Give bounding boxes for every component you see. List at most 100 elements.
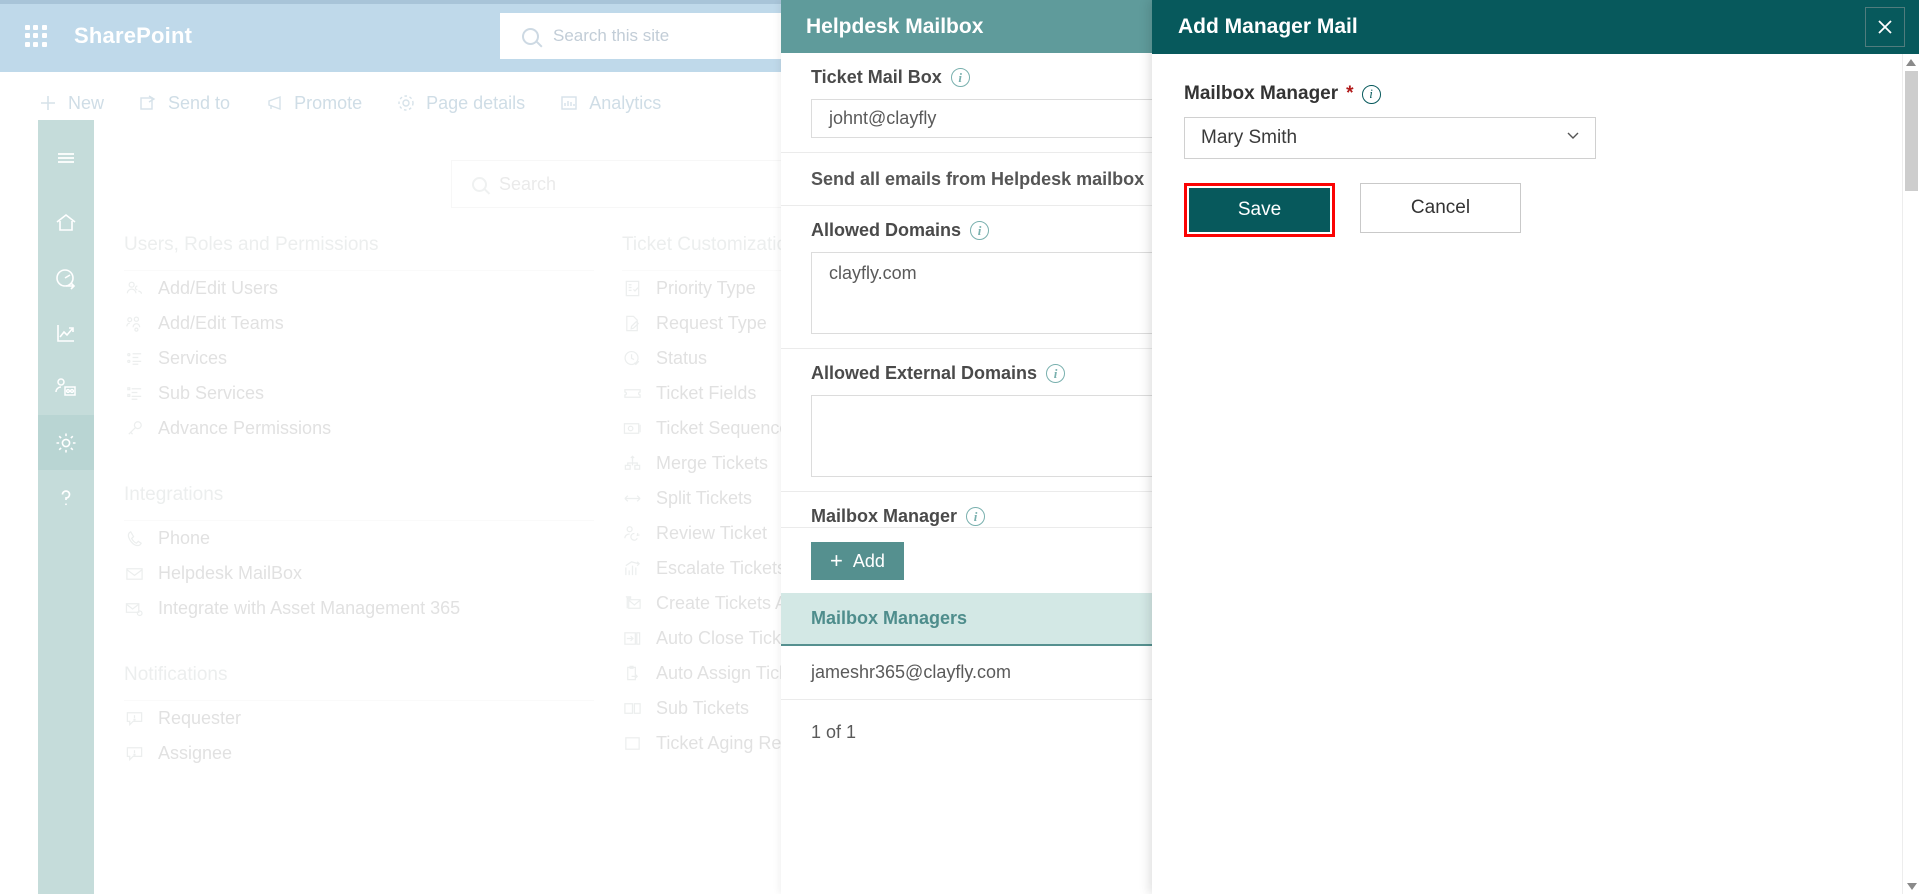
sharepoint-search-placeholder: Search this site (553, 26, 670, 45)
command-send-to[interactable]: Send to (138, 93, 230, 114)
nav-label: Helpdesk MailBox (158, 563, 303, 583)
command-analytics[interactable]: Analytics (559, 93, 661, 114)
dialog-button-row: Save Cancel (1184, 183, 1919, 237)
command-page-details-label: Page details (426, 92, 526, 113)
mailbox-manager-select[interactable]: Mary Smith (1184, 117, 1596, 159)
nav-label: Split Tickets (656, 488, 753, 508)
settings-group-notifications: Notifications (124, 642, 594, 701)
left-rail (38, 120, 94, 894)
sharepoint-brand[interactable]: SharePoint (74, 23, 192, 49)
home-icon[interactable] (38, 195, 94, 250)
mailbox-manager-field-label: Mailbox Manager (1184, 83, 1339, 104)
command-new[interactable]: New (38, 93, 104, 114)
envelope-icon (124, 564, 144, 584)
sidebar-item-phone[interactable]: Phone (124, 521, 594, 556)
nav-label: Add/Edit Teams (158, 313, 284, 333)
comment-icon (124, 744, 144, 764)
scroll-down-arrow-icon[interactable] (1903, 877, 1919, 894)
chevron-down-icon (1565, 127, 1581, 149)
create-auto-icon (622, 594, 642, 614)
sidebar-item-services[interactable]: Services (124, 341, 594, 376)
settings-icon[interactable] (38, 415, 94, 470)
plus-icon: + (830, 548, 843, 573)
phone-icon (124, 529, 144, 549)
sub-tickets-icon (622, 699, 642, 719)
teams-icon (124, 314, 144, 334)
escalate-icon (622, 559, 642, 579)
auto-close-icon (622, 629, 642, 649)
review-icon (622, 524, 642, 544)
nav-label: Requester (158, 708, 242, 728)
allowed-domains-label: Allowed Domains (811, 220, 962, 240)
envelope-gear-icon (124, 599, 144, 619)
nav-label: Assignee (158, 743, 233, 763)
nav-label: Sub Tickets (656, 698, 750, 718)
ticket-mailbox-label: Ticket Mail Box (811, 67, 942, 87)
group-title: Integrations (124, 484, 224, 505)
sequence-icon (622, 419, 642, 439)
hamburger-icon[interactable] (38, 130, 94, 185)
nav-label: Ticket Fields (656, 383, 757, 403)
info-icon[interactable]: i (970, 221, 990, 240)
nav-label: Advance Permissions (158, 418, 332, 438)
nav-label: Integrate with Asset Management 365 (158, 598, 461, 618)
info-icon[interactable]: i (966, 507, 986, 526)
cancel-button[interactable]: Cancel (1360, 183, 1521, 233)
clock-icon (622, 349, 642, 369)
mailbox-manager-label: Mailbox Manager (811, 506, 958, 526)
nav-label: Phone (158, 528, 211, 548)
info-icon[interactable]: i (1361, 84, 1381, 104)
command-promote[interactable]: Promote (264, 93, 362, 114)
dialog-scrollbar[interactable] (1902, 54, 1919, 894)
dialog-body: Mailbox Manager * i Mary Smith Save Canc… (1152, 54, 1919, 237)
info-icon[interactable]: i (1046, 364, 1066, 383)
settings-group-integrations-items: Phone Helpdesk MailBox Integrate with As… (124, 521, 594, 642)
close-icon[interactable] (1865, 7, 1905, 47)
command-page-details[interactable]: Page details (396, 93, 525, 114)
aging-icon (622, 734, 642, 754)
scrollbar-thumb[interactable] (1905, 71, 1918, 191)
nav-label: Merge Tickets (656, 453, 769, 473)
sidebar-item-sub-services[interactable]: Sub Services (124, 376, 594, 411)
add-mailbox-manager-button[interactable]: + Add (811, 542, 904, 580)
settings-group-notifications-items: Requester Assignee (124, 701, 594, 787)
allowed-external-domains-label: Allowed External Domains (811, 363, 1038, 383)
merge-icon (622, 454, 642, 474)
reports-icon[interactable] (38, 305, 94, 360)
command-new-label: New (68, 92, 105, 113)
settings-column-left: Users, Roles and Permissions Add/Edit Us… (124, 212, 594, 787)
scroll-up-arrow-icon[interactable] (1903, 54, 1919, 71)
help-icon[interactable] (38, 470, 94, 525)
app-root: SharePoint Search this site New Send to … (0, 0, 1919, 894)
sidebar-item-assignee[interactable]: Assignee (124, 736, 594, 771)
save-button[interactable]: Save (1189, 188, 1330, 232)
comment-icon (124, 709, 144, 729)
info-icon[interactable]: i (950, 68, 970, 87)
dashboard-icon[interactable] (38, 250, 94, 305)
nav-label: Ticket Sequence (656, 418, 790, 438)
sidebar-item-add-edit-users[interactable]: Add/Edit Users (124, 271, 594, 306)
settings-group-integrations: Integrations (124, 462, 594, 521)
save-button-highlight: Save (1184, 183, 1335, 237)
mailbox-manager-field-label-row: Mailbox Manager * i (1184, 83, 1919, 105)
command-analytics-label: Analytics (589, 92, 662, 113)
sidebar-item-asset-management[interactable]: Integrate with Asset Management 365 (124, 591, 594, 626)
sidebar-item-requester[interactable]: Requester (124, 701, 594, 736)
sub-list-icon (124, 384, 144, 404)
sidebar-item-helpdesk-mailbox[interactable]: Helpdesk MailBox (124, 556, 594, 591)
mailbox-manager-select-value: Mary Smith (1201, 127, 1298, 148)
nav-label: Review Ticket (656, 523, 768, 543)
required-marker: * (1346, 83, 1354, 104)
key-icon (124, 419, 144, 439)
users-icon (124, 279, 144, 299)
nav-label: Sub Services (158, 383, 265, 403)
sidebar-item-add-edit-teams[interactable]: Add/Edit Teams (124, 306, 594, 341)
settings-group-users: Users, Roles and Permissions (124, 212, 594, 271)
sidebar-item-advance-permissions[interactable]: Advance Permissions (124, 411, 594, 446)
search-icon (522, 27, 539, 45)
nav-label: Request Type (656, 313, 767, 333)
dialog-title: Add Manager Mail (1178, 15, 1358, 38)
priority-icon (622, 279, 642, 299)
agents-icon[interactable] (38, 360, 94, 415)
app-launcher-icon[interactable] (20, 20, 52, 52)
